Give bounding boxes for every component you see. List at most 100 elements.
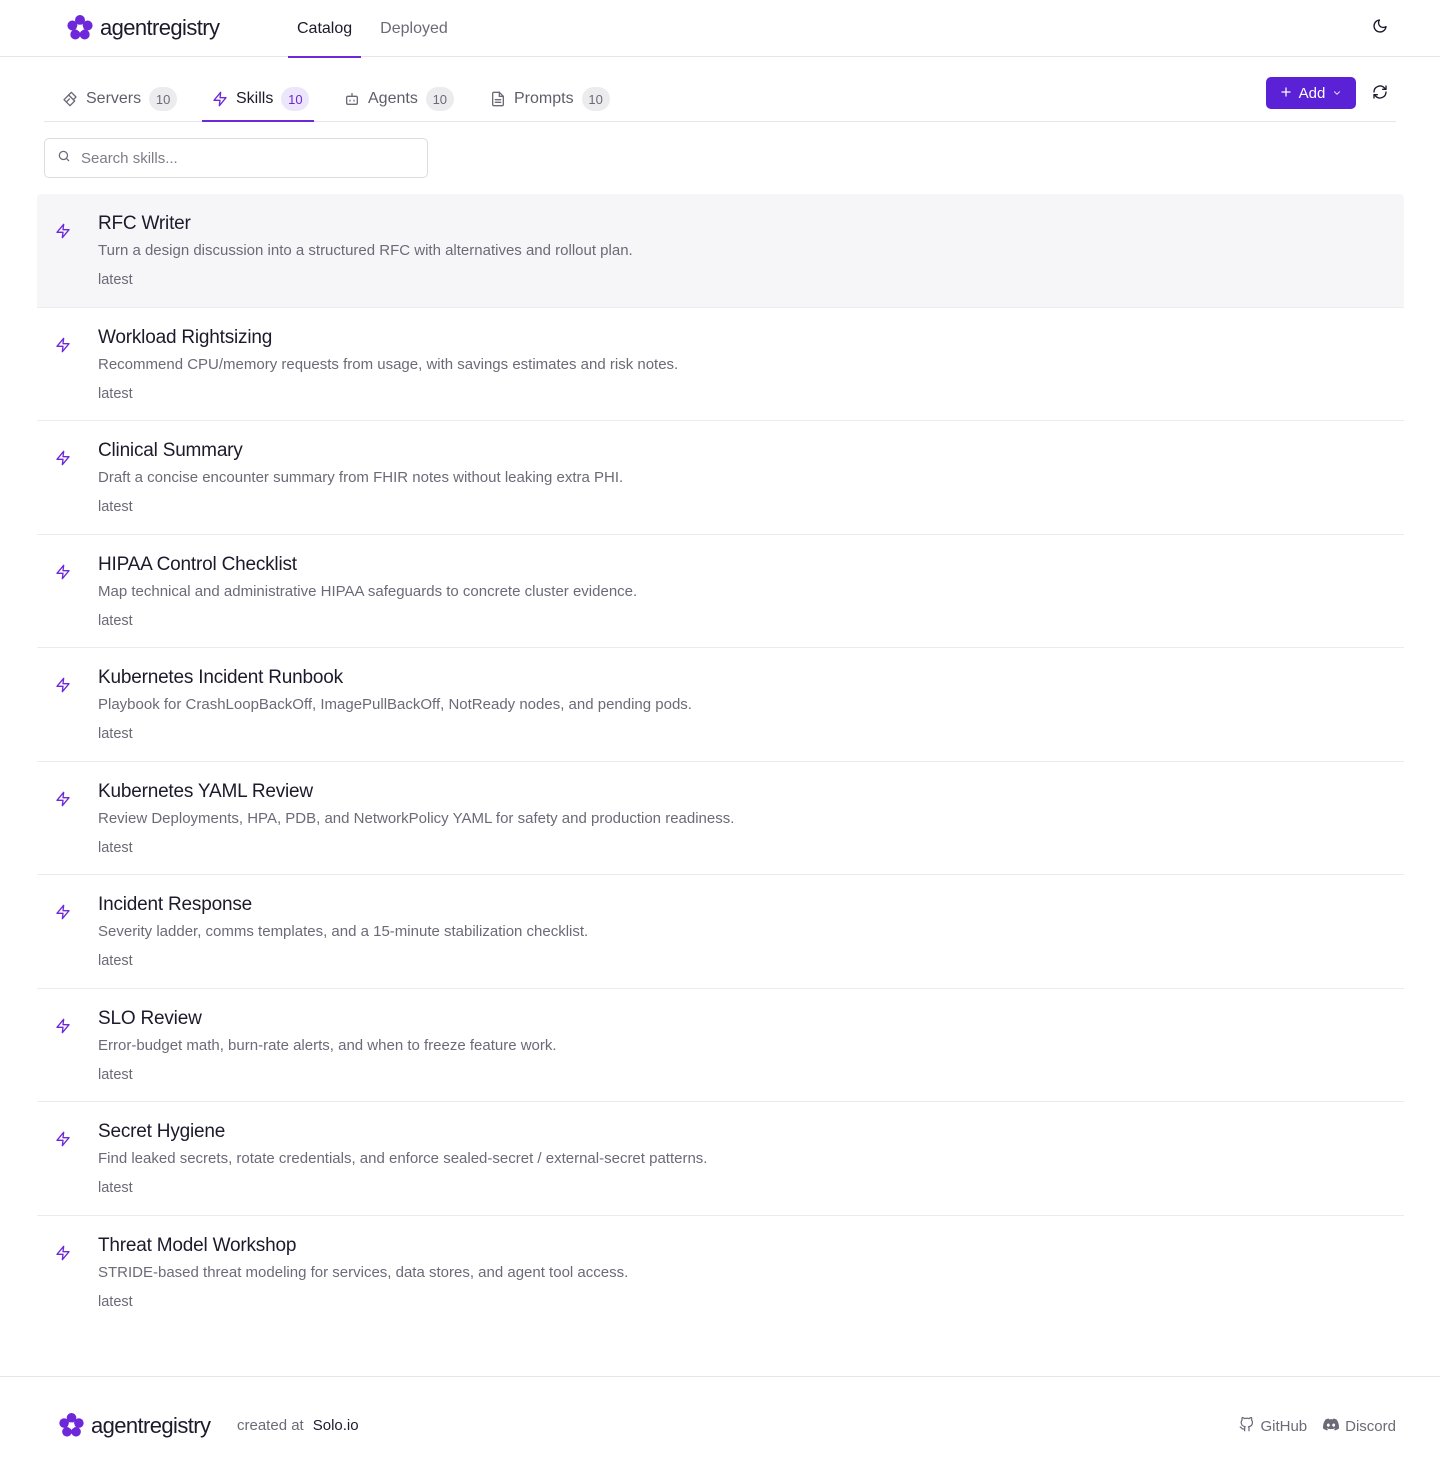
brand-name: agentregistry [100,15,220,40]
tab-skills-count: 10 [281,87,310,111]
tab-prompts-label: Prompts [514,90,574,107]
nav-catalog[interactable]: Catalog [288,0,362,58]
skill-title: RFC Writer [98,213,191,234]
skill-title: Clinical Summary [98,440,243,461]
created-at-label: created at [237,1417,304,1434]
skill-version: latest [98,839,133,856]
skill-list-item[interactable]: HIPAA Control Checklist Map technical and… [37,535,1404,648]
skill-list-item[interactable]: Threat Model Workshop STRIDE-based threat… [37,1216,1404,1330]
footer-links: GitHub Discord [1239,1416,1396,1436]
skills-list: RFC Writer Turn a design discussion into … [37,194,1404,1329]
plus-icon [1280,85,1292,102]
tab-agents-label: Agents [368,90,418,107]
github-icon [1239,1416,1254,1436]
discord-icon [1323,1417,1340,1436]
zap-icon [55,223,73,241]
skill-title: Workload Rightsizing [98,326,273,348]
skill-list-item[interactable]: SLO Review Error-budget math, burn-rate a… [37,989,1404,1102]
skill-title: Kubernetes Incident Runbook [98,667,343,688]
tab-servers-count: 10 [149,87,178,111]
tab-skills-label: Skills [236,90,274,107]
skill-version: latest [98,385,133,402]
skill-list-item[interactable]: Incident Response Severity ladder, comms … [37,875,1404,989]
theme-toggle-button[interactable] [1369,17,1391,39]
github-label: GitHub [1260,1418,1308,1435]
skill-version: latest [98,1293,133,1310]
skill-description: Map technical and administrative HIPAA s… [98,582,638,600]
zap-icon [55,564,73,582]
tab-servers-label: Servers [86,90,142,107]
search-box [44,138,428,178]
tab-skills[interactable]: Skills 10 [202,77,314,122]
skill-title: HIPAA Control Checklist [98,553,297,575]
skill-version: latest [98,612,133,629]
skill-list-item[interactable]: Workload Rightsizing Recommend CPU/memory… [37,308,1404,421]
skill-list-item[interactable]: RFC Writer Turn a design discussion into … [37,194,1404,308]
top-header: agentregistry Catalog Deployed [0,0,1440,58]
search-input[interactable] [81,149,401,167]
skill-list-item[interactable]: Clinical Summary Draft a concise encounte… [37,421,1404,535]
skill-version: latest [98,726,133,742]
skill-version: latest [98,1180,133,1196]
skill-version: latest [98,499,133,515]
resource-tabs: Servers 10 Skills 10 Agents 10 Prompts 1… [44,77,1396,122]
add-button-label: Add [1298,84,1326,102]
chevron-down-icon [1332,88,1342,98]
org-link[interactable]: Solo.io [313,1417,359,1434]
skill-description: Playbook for CrashLoopBackOff, ImagePull… [98,696,692,713]
skill-list-item[interactable]: Kubernetes Incident Runbook Playbook for … [37,648,1404,762]
agentregistry-logo-icon [58,1412,85,1439]
skill-description: Turn a design discussion into a structur… [98,242,633,259]
agentregistry-logo-icon [66,14,94,42]
skill-title: Incident Response [98,894,252,915]
bot-icon [344,91,360,107]
skill-description: Review Deployments, HPA, PDB, and Networ… [98,809,735,827]
skill-version: latest [98,1066,133,1083]
zap-icon [55,1131,73,1149]
server-icon [62,91,78,107]
tab-agents-count: 10 [425,87,454,111]
file-text-icon [490,91,506,107]
skill-description: Error-budget math, burn-rate alerts, and… [98,1036,557,1054]
nav-deployed[interactable]: Deployed [371,0,457,57]
tab-agents[interactable]: Agents 10 [334,77,462,121]
brand-logo[interactable]: agentregistry [66,14,220,42]
zap-icon [55,1018,73,1036]
skill-description: STRIDE-based threat modeling for service… [98,1263,629,1281]
moon-icon [1372,18,1388,39]
footer-brand-name: agentregistry [91,1412,211,1438]
skill-version: latest [98,953,133,969]
skill-title: Secret Hygiene [98,1121,226,1142]
created-at-text: created at Solo.io [237,1417,359,1434]
footer-brand[interactable]: agentregistry [58,1412,211,1439]
search-icon [57,149,71,168]
skill-list-item[interactable]: Kubernetes YAML Review Review Deployments… [37,762,1404,875]
skill-version: latest [98,272,133,288]
main-nav: Catalog Deployed [288,0,467,58]
tab-servers[interactable]: Servers 10 [52,77,185,121]
skill-description: Recommend CPU/memory requests from usage… [98,355,679,373]
skill-description: Draft a concise encounter summary from F… [98,469,624,486]
tab-prompts[interactable]: Prompts 10 [480,77,618,121]
tab-prompts-count: 10 [581,87,610,111]
skill-title: Kubernetes YAML Review [98,780,313,802]
add-button[interactable]: Add [1266,77,1356,109]
skill-list-item[interactable]: Secret Hygiene Find leaked secrets, rotat… [37,1102,1404,1216]
github-link[interactable]: GitHub [1239,1416,1308,1436]
zap-icon [55,1245,73,1263]
discord-link[interactable]: Discord [1323,1417,1396,1436]
zap-icon [212,91,228,107]
skill-description: Find leaked secrets, rotate credentials,… [98,1150,708,1167]
skill-title: Threat Model Workshop [98,1234,297,1256]
skill-description: Severity ladder, comms templates, and a … [98,923,589,940]
zap-icon [55,450,73,468]
zap-icon [55,677,73,695]
refresh-button[interactable] [1370,84,1390,104]
discord-label: Discord [1345,1418,1396,1435]
zap-icon [55,791,73,809]
zap-icon [55,337,73,355]
refresh-icon [1372,84,1388,105]
footer: agentregistry created at Solo.io GitHub … [0,1376,1440,1473]
zap-icon [55,904,73,922]
skill-title: SLO Review [98,1007,202,1029]
